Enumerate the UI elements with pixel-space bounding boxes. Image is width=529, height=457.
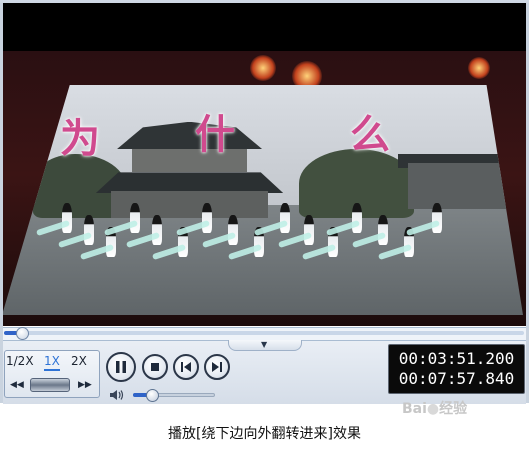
previous-icon xyxy=(181,362,191,372)
speed-option-double[interactable]: 2X xyxy=(71,354,87,368)
flipping-video-frame: 为 什 么 xyxy=(2,85,523,315)
next-button[interactable] xyxy=(204,354,230,380)
image-caption: 播放[绕下边向外翻转进来]效果 xyxy=(168,426,361,442)
speaker-icon[interactable] xyxy=(109,388,125,402)
next-icon xyxy=(212,362,222,372)
previous-button[interactable] xyxy=(173,354,199,380)
speed-option-half[interactable]: 1/2X xyxy=(6,354,34,368)
stop-button[interactable] xyxy=(142,354,168,380)
dancer xyxy=(228,215,238,245)
watermark-logo: Bai●经验 xyxy=(402,401,468,417)
speed-selected-indicator xyxy=(44,369,60,371)
video-caption-char: 什 xyxy=(195,111,235,158)
chevron-down-icon: ▼ xyxy=(261,340,268,349)
player-window: 为 什 么 ▼ 1/2X 1X 2X ◀◀ ▶▶ 00:03:51.200 00… xyxy=(0,0,529,457)
collapse-panel-button[interactable]: ▼ xyxy=(228,340,302,351)
total-time: 00:07:57.840 xyxy=(398,369,515,388)
dancer xyxy=(432,203,442,233)
dancer xyxy=(304,215,314,245)
scene-courtyard xyxy=(2,204,523,315)
speed-option-normal[interactable]: 1X xyxy=(44,354,60,368)
dancer xyxy=(378,215,388,245)
seek-bar-remaining xyxy=(22,331,524,335)
dancer xyxy=(280,203,290,233)
pause-icon xyxy=(116,361,126,373)
dancer xyxy=(84,215,94,245)
video-caption-char: 么 xyxy=(350,111,390,158)
current-time: 00:03:51.200 xyxy=(398,349,515,368)
lantern xyxy=(468,57,490,79)
dancer xyxy=(352,203,362,233)
jog-shuttle: ◀◀ ▶▶ xyxy=(8,378,94,392)
dancer xyxy=(130,203,140,233)
lantern xyxy=(250,55,276,81)
rewind-icon[interactable]: ◀◀ xyxy=(10,378,24,392)
pavilion-roof xyxy=(95,172,284,194)
seek-thumb[interactable] xyxy=(16,327,29,340)
dancer xyxy=(62,203,72,233)
video-caption-char: 为 xyxy=(60,115,100,162)
dancer xyxy=(152,215,162,245)
video-viewport[interactable]: 为 什 么 xyxy=(0,3,529,326)
fast-forward-icon[interactable]: ▶▶ xyxy=(78,378,92,392)
dancer xyxy=(202,203,212,233)
pause-button[interactable] xyxy=(106,352,136,382)
volume-thumb[interactable] xyxy=(146,389,159,402)
jog-wheel[interactable] xyxy=(30,378,70,392)
stop-icon xyxy=(151,363,159,371)
time-display: 00:03:51.200 00:07:57.840 xyxy=(388,344,525,394)
